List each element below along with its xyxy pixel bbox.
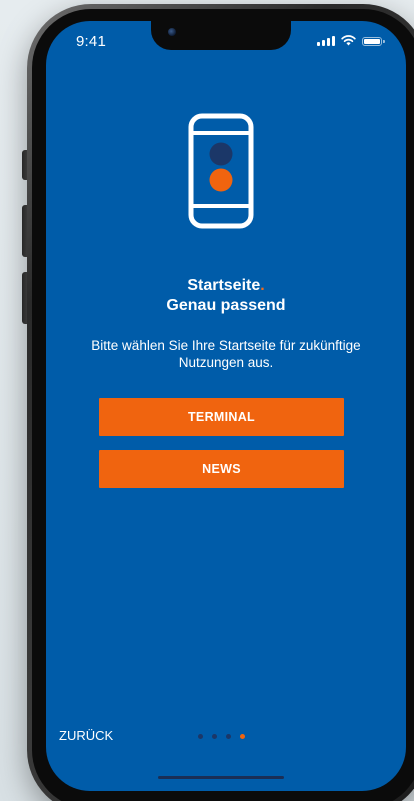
home-indicator[interactable] — [158, 776, 284, 779]
notch — [151, 21, 291, 50]
page-indicator — [198, 734, 245, 739]
wifi-icon — [341, 35, 356, 46]
phone-traffic-light-icon — [188, 113, 254, 229]
title-accent-dot: . — [260, 277, 265, 294]
cellular-signal-icon — [317, 35, 335, 46]
back-button[interactable]: ZURÜCK — [59, 728, 113, 743]
battery-icon — [362, 37, 385, 46]
page-dot-4-active — [240, 734, 245, 739]
page-dot-1 — [198, 734, 203, 739]
app-screen: 9:41 Startseite. Genau passend Bitte wäh… — [46, 21, 406, 791]
page-dot-3 — [226, 734, 231, 739]
device-mockup-stage: 9:41 Startseite. Genau passend Bitte wäh… — [0, 0, 414, 801]
page-title: Startseite. Genau passend — [46, 276, 406, 316]
front-camera — [168, 28, 176, 36]
terminal-button[interactable]: TERMINAL — [99, 398, 344, 436]
news-button[interactable]: NEWS — [99, 450, 344, 488]
status-time: 9:41 — [76, 33, 106, 50]
instruction-text: Bitte wählen Sie Ihre Startseite für zuk… — [91, 338, 361, 370]
status-icons — [317, 35, 385, 46]
page-dot-2 — [212, 734, 217, 739]
title-line-2: Genau passend — [166, 297, 286, 314]
title-line-1: Startseite — [187, 277, 261, 294]
